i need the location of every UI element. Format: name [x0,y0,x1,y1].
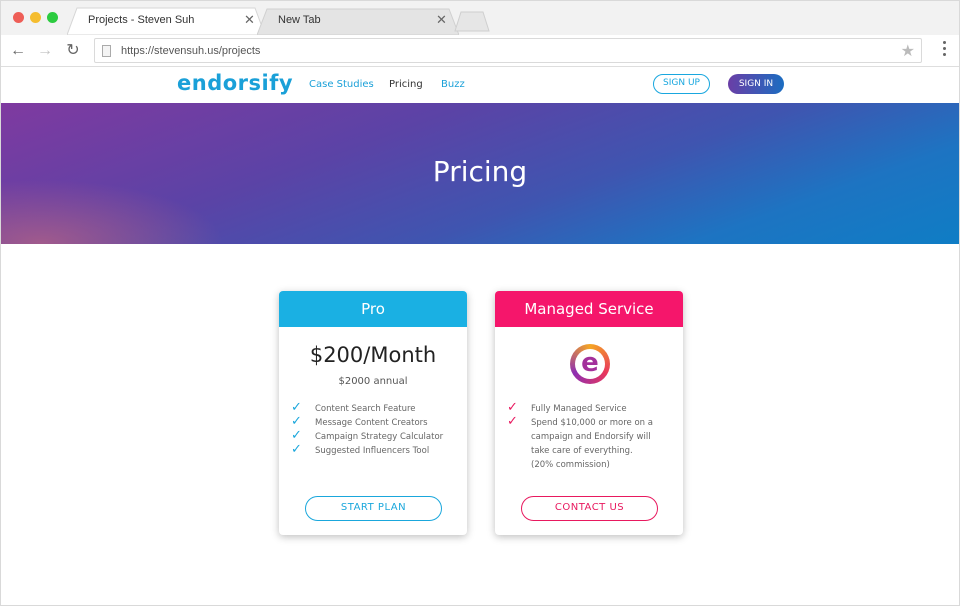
new-tab-button[interactable] [453,7,491,35]
contact-us-button[interactable]: CONTACT US [521,496,658,521]
maximize-window-button[interactable] [47,12,58,23]
page-title: Pricing [432,155,528,188]
back-arrow-icon[interactable]: ← [8,41,28,61]
checkmark-icon: ✓ [507,414,518,429]
card-header: Managed Service [495,291,683,327]
tab-new[interactable]: New Tab ✕ [257,7,459,35]
minimize-window-button[interactable] [30,12,41,23]
page-icon [102,45,111,57]
checkmark-icon: ✓ [291,414,302,429]
plan-annual-price: $2000 annual [338,376,408,387]
feature-item: ✓ Spend $10,000 or more on a [507,414,653,429]
pricing-card-managed-service: Managed Service e ✓ Fully Managed Service… [495,291,683,535]
feature-item: ✓ Suggested Influencers Tool [291,442,430,457]
tab-label: Projects - Steven Suh [88,14,195,26]
checkmark-icon: ✓ [291,442,302,457]
feature-item: ✓ Campaign Strategy Calculator [291,428,444,443]
reload-icon[interactable]: ↻ [63,41,83,61]
browser-titlebar: Projects - Steven Suh ✕ New Tab ✕ [1,1,959,35]
forward-arrow-icon[interactable]: → [35,41,55,61]
sign-up-button[interactable]: SIGN UP [653,74,710,94]
endorsify-logo[interactable]: endorsify [177,71,293,95]
bookmark-star-icon[interactable]: ★ [901,41,915,61]
address-bar[interactable]: https://stevensuh.us/projects ★ [94,38,922,63]
feature-list: ✓ Content Search Feature ✓ Message Content… [291,400,444,458]
browser-window: Projects - Steven Suh ✕ New Tab ✕ ← → ↻ … [0,0,960,606]
hero-banner: Pricing [1,103,959,244]
endorsify-e-logo-icon: e [570,344,610,384]
close-tab-icon[interactable]: ✕ [436,12,447,28]
feature-continuation: campaign and Endorsify will [531,432,651,442]
nav-case-studies[interactable]: Case Studies [309,79,374,90]
plan-price: $200/Month [309,343,437,367]
feature-continuation: (20% commission) [531,460,610,470]
close-tab-icon[interactable]: ✕ [244,12,255,28]
checkmark-icon: ✓ [507,400,518,415]
feature-item: ✓ Content Search Feature [291,400,416,415]
start-plan-button[interactable]: START PLAN [305,496,442,521]
sign-in-button[interactable]: SIGN IN [728,74,784,94]
card-header: Pro [279,291,467,327]
new-tab-shape [454,11,490,32]
more-menu-icon[interactable] [943,41,947,57]
feature-item: ✓ Fully Managed Service [507,400,627,415]
checkmark-icon: ✓ [291,428,302,443]
tab-label: New Tab [278,14,321,26]
pricing-card-pro: Pro $200/Month $2000 annual ✓ Content Sea… [279,291,467,535]
site-header: endorsify Case Studies Pricing Buzz SIGN… [1,67,959,103]
feature-list: ✓ Fully Managed Service ✓ Spend $10,000 or… [507,400,653,472]
checkmark-icon: ✓ [291,400,302,415]
feature-item: ✓ Message Content Creators [291,414,428,429]
nav-buzz[interactable]: Buzz [441,79,465,90]
url-text[interactable]: https://stevensuh.us/projects [121,45,260,57]
feature-continuation: take care of everything. [531,446,633,456]
close-window-button[interactable] [13,12,24,23]
nav-pricing[interactable]: Pricing [389,79,423,90]
browser-toolbar: ← → ↻ https://stevensuh.us/projects ★ [1,35,959,67]
tab-projects[interactable]: Projects - Steven Suh ✕ [67,7,265,35]
